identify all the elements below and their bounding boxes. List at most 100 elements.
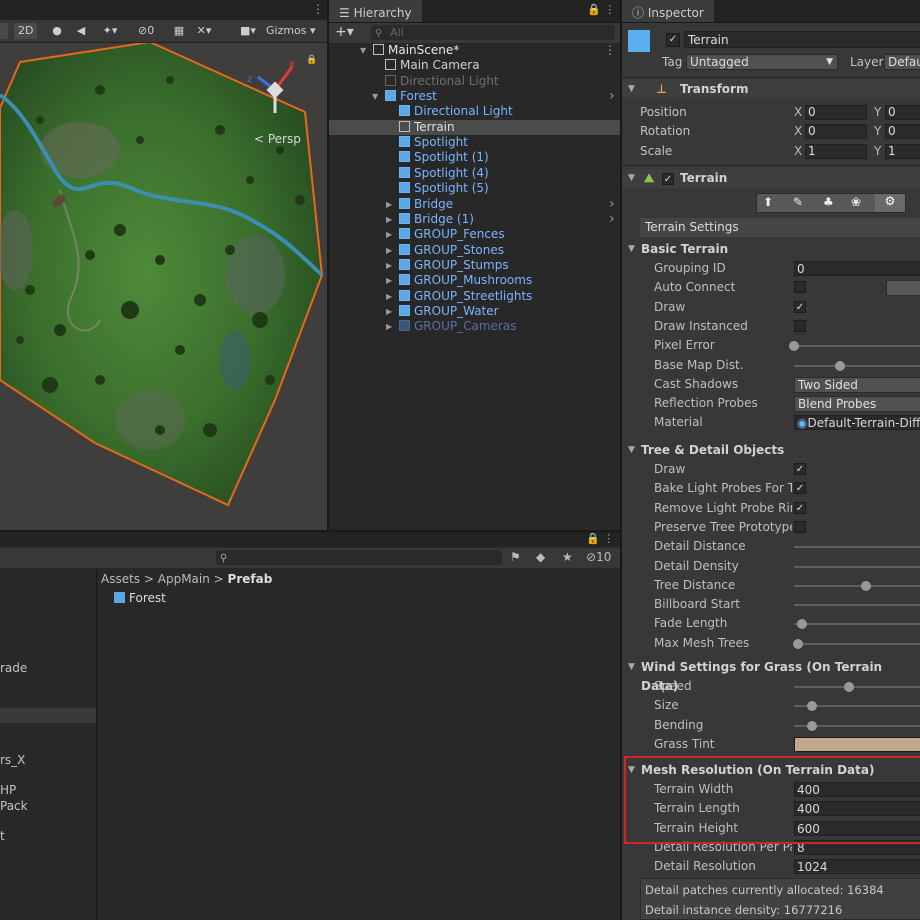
hierarchy-row[interactable]: Directional Light <box>329 74 620 89</box>
paint-brush-icon[interactable]: ✎ <box>793 195 803 209</box>
chevron-right-icon[interactable]: › <box>609 89 615 104</box>
property-checkbox[interactable]: ✓ <box>794 463 806 475</box>
lock-icon[interactable]: 🔒 <box>306 55 317 65</box>
expand-arrow-icon[interactable]: ▶ <box>386 273 392 288</box>
property-field[interactable]: 1024 <box>794 859 920 875</box>
paint-trees-icon[interactable]: ♣ <box>823 195 834 209</box>
hierarchy-row[interactable]: ▶ GROUP_Water <box>329 304 620 319</box>
property-slider[interactable] <box>794 720 920 731</box>
slider-knob[interactable] <box>860 580 871 591</box>
breadcrumb-prefab[interactable]: Prefab <box>228 572 273 586</box>
property-slider[interactable] <box>794 604 920 607</box>
scene-menu-icon[interactable]: ⋮ <box>604 43 616 58</box>
slider-knob[interactable] <box>843 682 854 692</box>
grid-icon[interactable]: ▦ <box>172 23 186 39</box>
hierarchy-row[interactable]: ▶ GROUP_Streetlights <box>329 289 620 304</box>
terrain-component-header[interactable]: ▼ ⛰ ✓ Terrain <box>622 169 920 188</box>
folder-item[interactable]: Pack <box>0 799 28 813</box>
slider-knob[interactable] <box>807 720 818 731</box>
audio-icon[interactable]: ◀ <box>72 23 90 39</box>
property-checkbox[interactable]: ✓ <box>794 482 806 495</box>
x-field[interactable]: 1 <box>805 143 867 159</box>
property-checkbox[interactable] <box>794 520 806 533</box>
tab-inspector[interactable]: ⓘ Inspector <box>622 0 714 22</box>
project-search-input[interactable]: ⚲ <box>216 550 502 565</box>
x-field[interactable]: 0 <box>805 105 867 120</box>
tools-icon[interactable]: ✕▾ <box>190 23 218 39</box>
slider-knob[interactable] <box>834 360 845 371</box>
breadcrumb-assets[interactable]: Assets <box>101 572 140 586</box>
scene-view[interactable]: x z < Persp 🔒 <box>0 0 327 530</box>
folder-item[interactable]: rade <box>0 661 27 675</box>
add-icon[interactable]: +▾ <box>335 24 354 40</box>
tab-hierarchy[interactable]: ☰ Hierarchy <box>329 0 422 22</box>
object-name-field[interactable]: Terrain <box>684 31 920 48</box>
property-slider[interactable] <box>794 701 920 712</box>
raise-terrain-icon[interactable]: ⬆ <box>763 195 773 209</box>
hierarchy-row[interactable]: Spotlight <box>329 135 620 150</box>
gizmos-dropdown[interactable]: Gizmos ▾ <box>266 23 326 39</box>
terrain-enabled-checkbox[interactable]: ✓ <box>662 173 674 185</box>
persp-label[interactable]: < Persp <box>254 132 301 146</box>
hierarchy-row[interactable]: Main Camera <box>329 58 620 73</box>
expand-arrow-icon[interactable]: ▶ <box>386 227 392 242</box>
more-icon[interactable]: ⋮ <box>312 2 324 16</box>
expand-arrow-icon[interactable]: ▼ <box>360 43 366 58</box>
property-slider[interactable] <box>794 619 920 630</box>
y-field[interactable]: 0 <box>885 105 920 120</box>
property-checkbox[interactable]: ✓ <box>794 300 806 313</box>
settings-gear-icon[interactable]: ⚙ <box>875 194 905 212</box>
lock-icon[interactable]: 🔒 ⋮ <box>587 3 615 16</box>
property-checkbox[interactable] <box>794 281 806 294</box>
paint-details-icon[interactable]: ❀ <box>851 195 861 209</box>
hierarchy-row[interactable]: Directional Light <box>329 104 620 119</box>
search-input[interactable]: ⚲ All <box>371 25 615 40</box>
hidden-objects-icon[interactable]: ⊘0 <box>138 23 168 39</box>
slider-knob[interactable] <box>796 619 807 630</box>
project-folder-tree[interactable]: rade rs_X HP Pack t <box>0 570 97 920</box>
property-slider[interactable] <box>794 360 920 371</box>
effects-icon[interactable]: ✦▾ <box>96 23 124 39</box>
wind-settings-header[interactable]: ▼ Wind Settings for Grass (On Terrain Dat… <box>622 658 920 693</box>
x-field[interactable]: 0 <box>805 124 867 140</box>
property-field[interactable]: 0 <box>794 261 920 276</box>
hierarchy-row[interactable]: Spotlight (4) <box>329 166 620 181</box>
tree-detail-objects-header[interactable]: ▼ Tree & Detail Objects <box>622 441 920 460</box>
expand-arrow-icon[interactable]: ▶ <box>386 289 392 304</box>
slider-knob[interactable] <box>792 638 803 649</box>
hierarchy-row[interactable]: Terrain <box>329 119 620 135</box>
hierarchy-row[interactable]: ▶ GROUP_Mushrooms <box>329 273 620 288</box>
expand-arrow-icon[interactable]: ▶ <box>386 258 392 273</box>
filter-type-icon[interactable]: ⚑ <box>510 550 521 564</box>
hierarchy-row[interactable]: Spotlight (1) <box>329 150 620 165</box>
expand-arrow-icon[interactable]: ▶ <box>386 319 392 334</box>
property-slider[interactable] <box>794 546 920 549</box>
folder-item[interactable]: HP <box>0 783 16 797</box>
property-slider[interactable] <box>794 682 920 692</box>
slider-knob[interactable] <box>789 341 799 352</box>
hierarchy-row[interactable]: ▶ GROUP_Fences <box>329 227 620 242</box>
basic-terrain-header[interactable]: ▼ Basic Terrain <box>622 240 920 259</box>
hierarchy-row[interactable]: ▶ GROUP_Stumps <box>329 258 620 273</box>
tag-dropdown[interactable]: Untagged ▼ <box>686 54 838 70</box>
material-field[interactable]: ◉Default-Terrain-Diffu <box>794 415 920 431</box>
orientation-gizmo[interactable]: x z <box>245 55 305 125</box>
property-dropdown[interactable]: Two Sided <box>794 376 920 393</box>
selected-folder-row[interactable] <box>0 708 96 723</box>
camera-icon[interactable]: ■▾ <box>234 23 262 39</box>
transform-header[interactable]: ▼ ⊥ Transform <box>622 80 920 99</box>
hierarchy-row[interactable]: ▶ GROUP_Cameras <box>329 319 620 334</box>
2d-toggle[interactable]: 2D <box>14 23 38 39</box>
expand-arrow-icon[interactable]: ▶ <box>386 304 392 319</box>
expand-arrow-icon[interactable]: ▶ <box>386 243 392 258</box>
property-slider[interactable] <box>789 341 920 352</box>
property-slider[interactable] <box>792 638 920 649</box>
expand-arrow-icon[interactable]: ▶ <box>386 197 392 212</box>
lighting-icon[interactable]: ● <box>48 23 66 39</box>
label-icon[interactable]: ◆ <box>536 550 545 564</box>
hidden-packages-icon[interactable]: ⊘10 <box>586 550 611 564</box>
hierarchy-row[interactable]: ▶ GROUP_Stones <box>329 243 620 258</box>
hierarchy-row[interactable]: ▼ MainScene* ⋮ <box>329 43 620 58</box>
asset-item-forest[interactable]: Forest <box>114 591 166 605</box>
property-slider[interactable] <box>794 565 920 568</box>
